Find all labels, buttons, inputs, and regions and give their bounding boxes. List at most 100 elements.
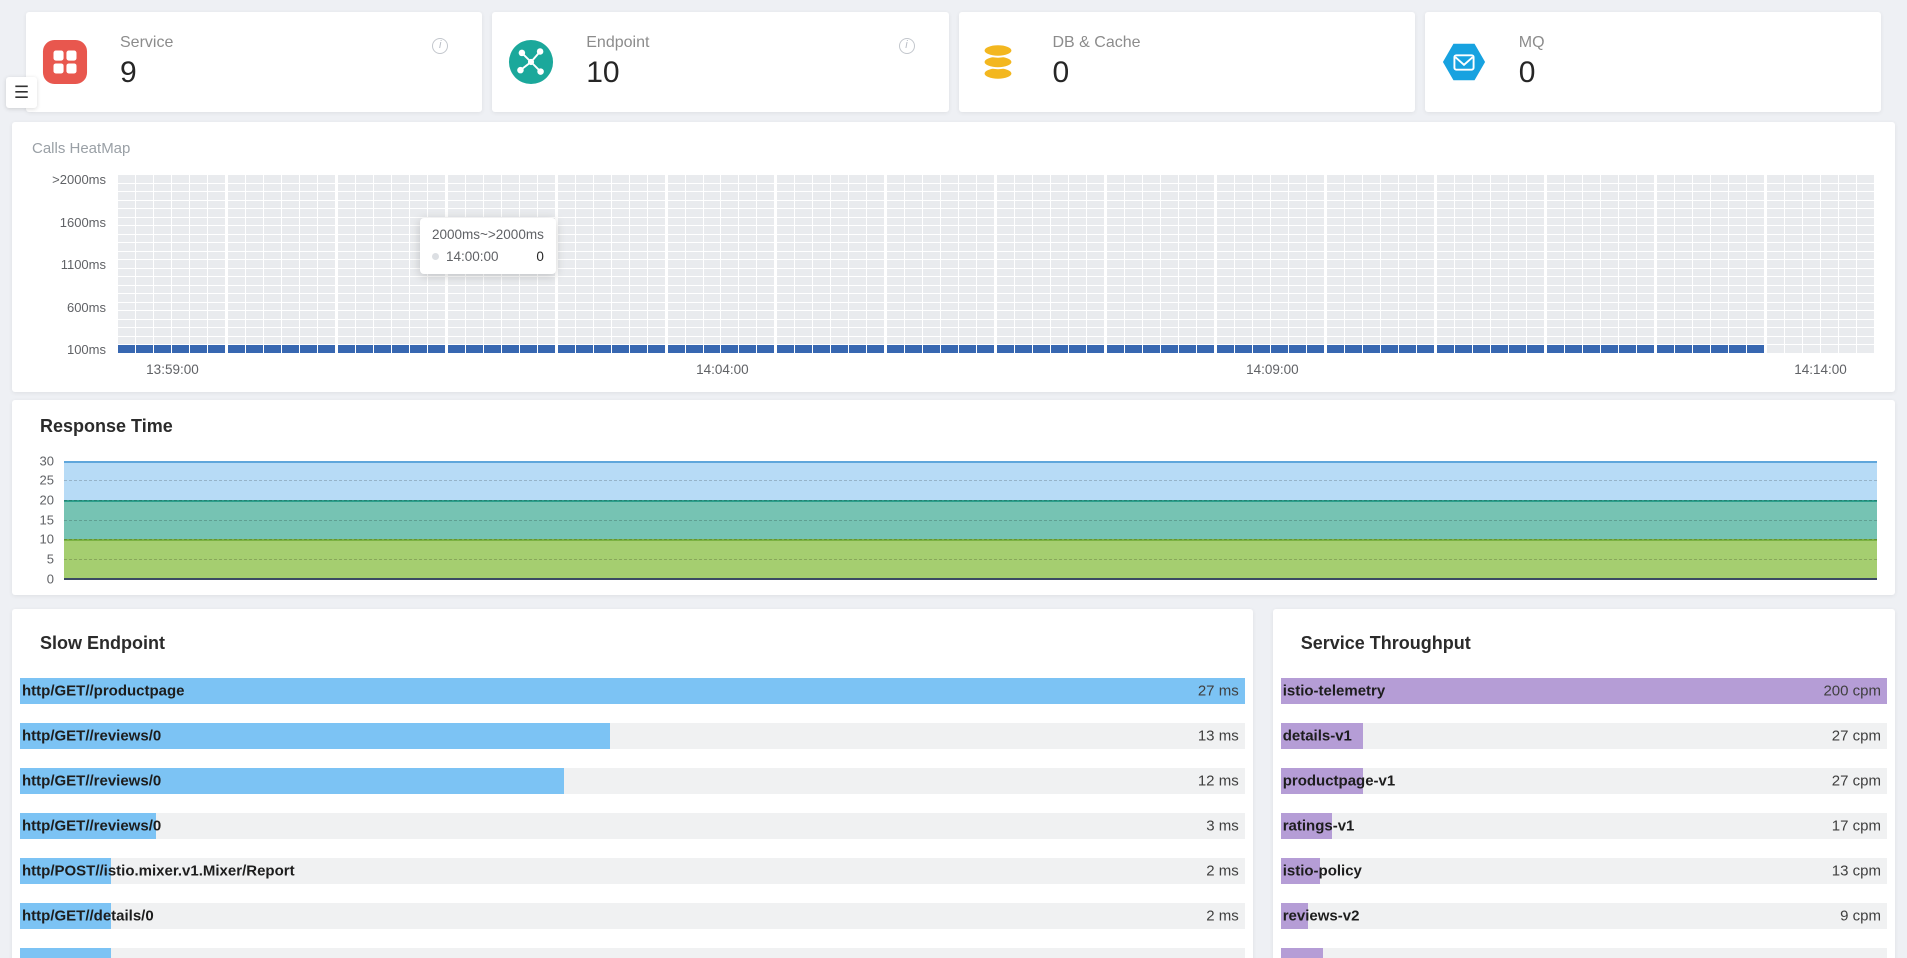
heatmap-cell[interactable] [1509, 209, 1526, 217]
heatmap-cell[interactable] [392, 345, 409, 353]
heatmap-cell[interactable] [977, 337, 994, 345]
heatmap-cell[interactable] [558, 184, 575, 192]
heatmap-cell[interactable] [448, 201, 465, 209]
heatmap-cell[interactable] [612, 260, 629, 268]
heatmap-cell[interactable] [1289, 337, 1306, 345]
heatmap-cell[interactable] [1785, 320, 1802, 328]
heatmap-cell[interactable] [1417, 286, 1434, 294]
heatmap-cell[interactable] [1619, 235, 1636, 243]
heatmap-cell[interactable] [1675, 269, 1692, 277]
heatmap-cell[interactable] [668, 277, 685, 285]
heatmap-cell[interactable] [668, 260, 685, 268]
heatmap-cell[interactable] [1821, 277, 1838, 285]
heatmap-cell[interactable] [558, 218, 575, 226]
heatmap-cell[interactable] [392, 337, 409, 345]
heatmap-cell[interactable] [1601, 311, 1618, 319]
heatmap-cell[interactable] [1345, 320, 1362, 328]
heatmap-cell[interactable] [190, 226, 207, 234]
heatmap-cell[interactable] [905, 311, 922, 319]
heatmap-cell[interactable] [1637, 226, 1654, 234]
heatmap-cell[interactable] [1657, 235, 1674, 243]
heatmap-cell[interactable] [1197, 252, 1214, 260]
heatmap-cell[interactable] [154, 235, 171, 243]
heatmap-cell[interactable] [466, 192, 483, 200]
heatmap-cell[interactable] [1437, 243, 1454, 251]
heatmap-cell[interactable] [1583, 235, 1600, 243]
heatmap-cell[interactable] [686, 175, 703, 183]
heatmap-cell[interactable] [448, 209, 465, 217]
heatmap-cell[interactable] [1785, 328, 1802, 336]
heatmap-cell[interactable] [1747, 252, 1764, 260]
heatmap-cell[interactable] [1253, 209, 1270, 217]
heatmap-cell[interactable] [208, 201, 225, 209]
heatmap-cell[interactable] [1289, 235, 1306, 243]
heatmap-cell[interactable] [1785, 252, 1802, 260]
heatmap-cell[interactable] [264, 328, 281, 336]
heatmap-cell[interactable] [1583, 277, 1600, 285]
heatmap-cell[interactable] [558, 209, 575, 217]
heatmap-cell[interactable] [520, 311, 537, 319]
heatmap-cell[interactable] [1087, 243, 1104, 251]
heatmap-cell[interactable] [520, 320, 537, 328]
heatmap-cell[interactable] [1857, 243, 1874, 251]
heatmap-cell[interactable] [1601, 286, 1618, 294]
heatmap-cell[interactable] [1125, 337, 1142, 345]
heatmap-cell[interactable] [1711, 184, 1728, 192]
heatmap-cell[interactable] [118, 235, 135, 243]
heatmap-cell[interactable] [136, 226, 153, 234]
heatmap-cell[interactable] [538, 175, 555, 183]
heatmap-cell[interactable] [757, 337, 774, 345]
heatmap-cell[interactable] [338, 320, 355, 328]
heatmap-cell[interactable] [1821, 345, 1838, 353]
heatmap-cell[interactable] [1675, 201, 1692, 209]
heatmap-cell[interactable] [154, 286, 171, 294]
heatmap-cell[interactable] [1179, 226, 1196, 234]
heatmap-cell[interactable] [1767, 252, 1784, 260]
heatmap-cell[interactable] [538, 209, 555, 217]
heatmap-cell[interactable] [941, 209, 958, 217]
heatmap-cell[interactable] [757, 184, 774, 192]
heatmap-cell[interactable] [849, 252, 866, 260]
heatmap-cell[interactable] [777, 269, 794, 277]
heatmap-cell[interactable] [1253, 184, 1270, 192]
heatmap-cell[interactable] [1235, 226, 1252, 234]
heatmap-cell[interactable] [1729, 311, 1746, 319]
heatmap-cell[interactable] [959, 192, 976, 200]
heatmap-cell[interactable] [1857, 235, 1874, 243]
heatmap-cell[interactable] [1235, 320, 1252, 328]
heatmap-cell[interactable] [1693, 328, 1710, 336]
heatmap-cell[interactable] [612, 345, 629, 353]
heatmap-cell[interactable] [1143, 294, 1160, 302]
heatmap-cell[interactable] [1069, 209, 1086, 217]
heatmap-cell[interactable] [1125, 184, 1142, 192]
heatmap-cell[interactable] [1417, 311, 1434, 319]
heatmap-cell[interactable] [264, 260, 281, 268]
heatmap-cell[interactable] [1747, 345, 1764, 353]
heatmap-cell[interactable] [795, 252, 812, 260]
heatmap-cell[interactable] [905, 209, 922, 217]
heatmap-cell[interactable] [264, 192, 281, 200]
heatmap-cell[interactable] [1197, 209, 1214, 217]
heatmap-cell[interactable] [228, 192, 245, 200]
heatmap-cell[interactable] [1619, 209, 1636, 217]
heatmap-cell[interactable] [867, 260, 884, 268]
heatmap-cell[interactable] [997, 192, 1014, 200]
heatmap-cell[interactable] [374, 277, 391, 285]
heatmap-cell[interactable] [502, 286, 519, 294]
heatmap-cell[interactable] [1107, 303, 1124, 311]
heatmap-cell[interactable] [997, 218, 1014, 226]
heatmap-cell[interactable] [228, 209, 245, 217]
heatmap-cell[interactable] [136, 209, 153, 217]
heatmap-cell[interactable] [630, 243, 647, 251]
heatmap-cell[interactable] [941, 320, 958, 328]
heatmap-cell[interactable] [264, 226, 281, 234]
heatmap-cell[interactable] [1125, 235, 1142, 243]
heatmap-cell[interactable] [410, 192, 427, 200]
heatmap-cell[interactable] [246, 320, 263, 328]
heatmap-cell[interactable] [558, 201, 575, 209]
heatmap-cell[interactable] [612, 311, 629, 319]
heatmap-cell[interactable] [594, 243, 611, 251]
heatmap-cell[interactable] [923, 337, 940, 345]
heatmap-cell[interactable] [1217, 175, 1234, 183]
heatmap-cell[interactable] [1015, 311, 1032, 319]
